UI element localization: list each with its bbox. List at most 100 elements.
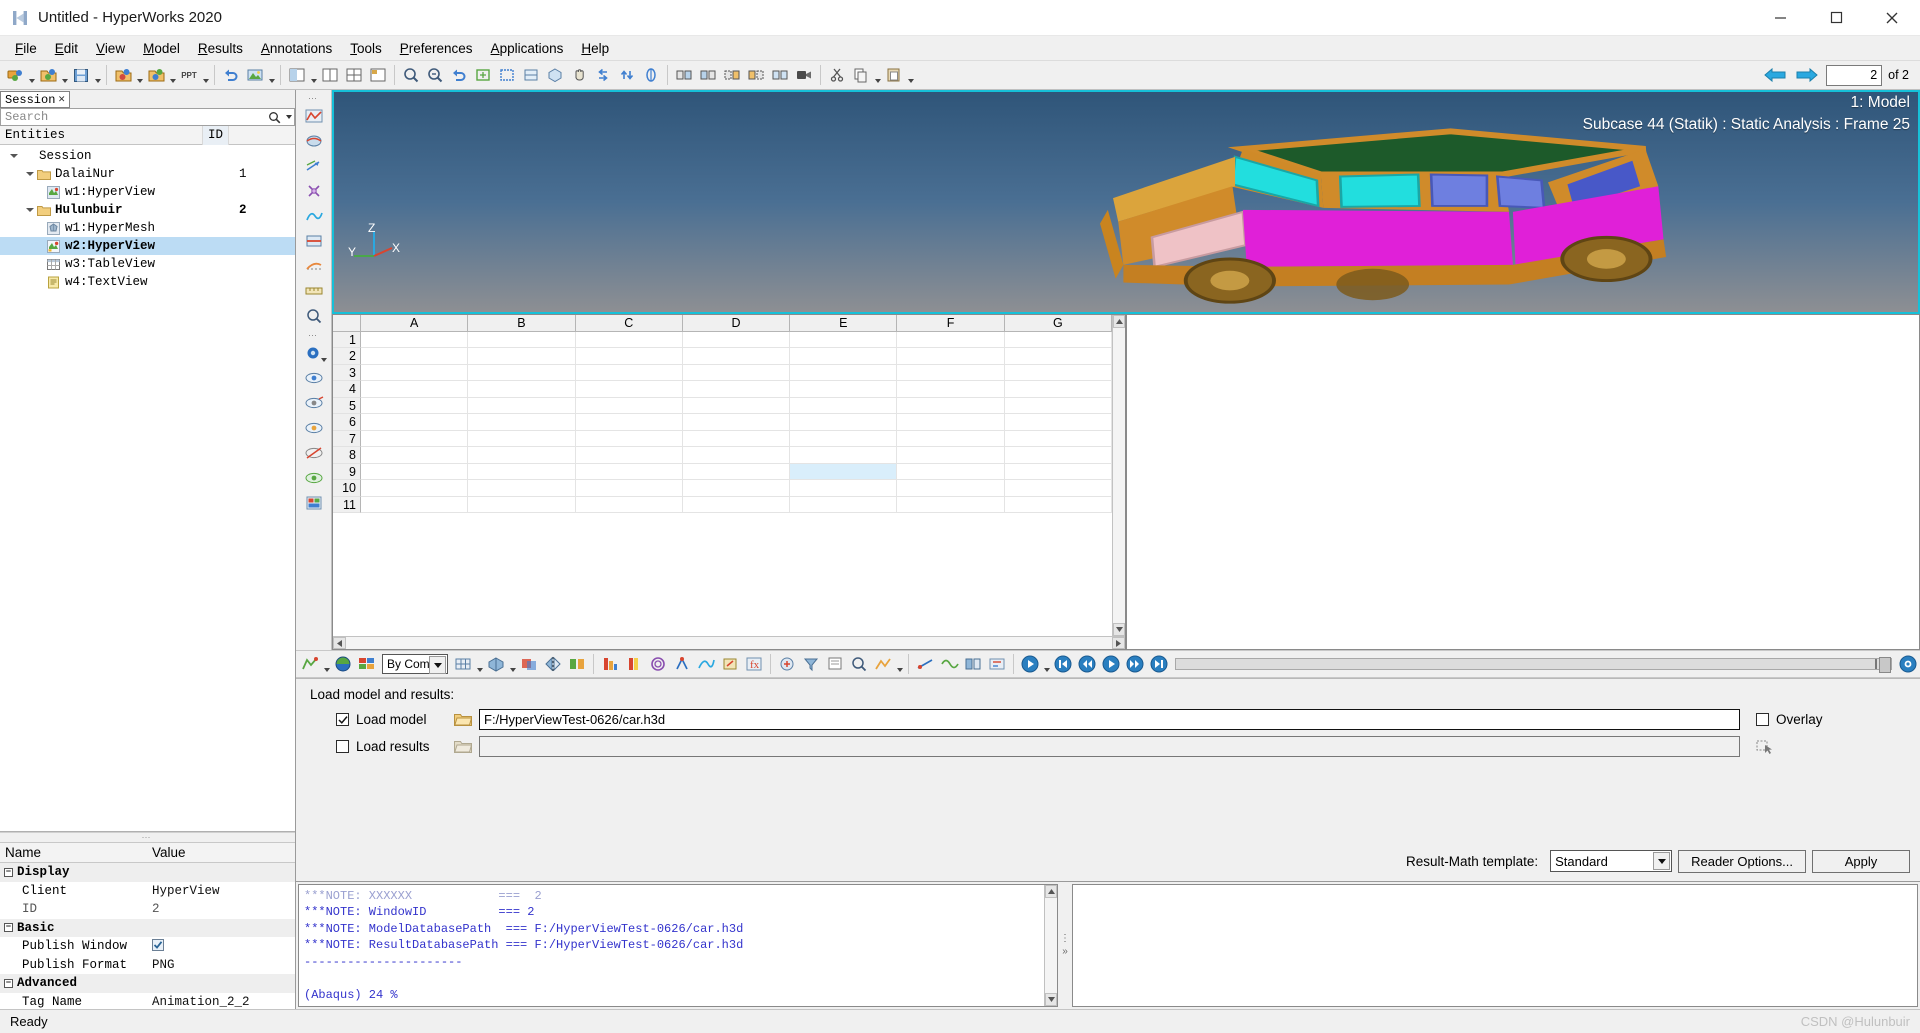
page-layout-1-icon[interactable] (285, 63, 309, 87)
spreadsheet-cell[interactable] (468, 463, 576, 480)
spreadsheet-cell[interactable] (575, 414, 683, 431)
scroll-right-icon[interactable] (1112, 637, 1125, 649)
spreadsheet-cell[interactable] (897, 397, 1005, 414)
legend-icon[interactable] (622, 652, 646, 676)
spreadsheet-cell[interactable] (897, 414, 1005, 431)
rotate-free-icon[interactable] (639, 63, 663, 87)
spreadsheet-cell[interactable] (682, 397, 791, 414)
tensor-icon[interactable] (670, 652, 694, 676)
result-math-template-select[interactable]: Standard (1550, 850, 1673, 872)
spreadsheet-cell[interactable] (897, 331, 1005, 348)
component-browser-icon[interactable] (301, 491, 327, 515)
undo-view-icon[interactable] (447, 63, 471, 87)
spreadsheet-cell[interactable] (790, 364, 898, 381)
spreadsheet-cell[interactable] (361, 414, 469, 431)
zoom-fit-icon[interactable] (399, 63, 423, 87)
spreadsheet-cell[interactable] (897, 463, 1005, 480)
reader-options-button[interactable]: Reader Options... (1678, 849, 1806, 873)
property-row-id[interactable]: ID 2 (0, 900, 295, 919)
skip-last-button[interactable] (1147, 652, 1171, 676)
tab-session[interactable]: Session ✕ (0, 91, 71, 108)
tracking-dropdown-icon[interactable] (895, 652, 904, 676)
spreadsheet-cell[interactable] (682, 348, 791, 365)
mask-icon[interactable] (672, 63, 696, 87)
publish-ppt-button[interactable]: PPT (177, 63, 201, 87)
spreadsheet-cells[interactable]: A B C D E F G 1 2 3 4 5 6 7 8 9 10 11 (333, 315, 1112, 636)
collapse-icon[interactable]: − (4, 923, 13, 933)
open-session-icon[interactable] (36, 63, 60, 87)
column-header-c[interactable]: C (575, 315, 683, 332)
tableview-panel[interactable]: A B C D E F G 1 2 3 4 5 6 7 8 9 10 11 (332, 314, 1126, 650)
spreadsheet-row[interactable]: 10 (333, 480, 1112, 497)
menu-file[interactable]: File (6, 38, 46, 59)
menu-results[interactable]: Results (189, 38, 252, 59)
spreadsheet-cell[interactable] (1004, 447, 1112, 464)
spreadsheet-cell[interactable] (682, 430, 791, 447)
spreadsheet-cell[interactable] (682, 447, 791, 464)
scroll-track[interactable] (346, 637, 1112, 649)
column-header-b[interactable]: B (468, 315, 576, 332)
reverse-mask-icon[interactable] (744, 63, 768, 87)
spreadsheet-vertical-scrollbar[interactable] (1112, 315, 1125, 636)
iso-value-icon[interactable] (646, 652, 670, 676)
load-model-dropdown-icon[interactable] (135, 63, 144, 87)
spreadsheet-cell[interactable] (1004, 331, 1112, 348)
menu-model[interactable]: Model (134, 38, 189, 59)
spreadsheet-cell[interactable] (468, 331, 576, 348)
spreadsheet-cell[interactable] (682, 331, 791, 348)
scroll-up-icon[interactable] (1045, 884, 1057, 898)
new-session-icon[interactable] (3, 63, 27, 87)
column-id[interactable]: ID (203, 125, 229, 145)
component-color-icon[interactable] (355, 652, 379, 676)
spreadsheet-cell[interactable] (361, 331, 469, 348)
start-animation-button[interactable] (1018, 652, 1042, 676)
spreadsheet-row[interactable]: 11 (333, 496, 1112, 513)
spreadsheet-row[interactable]: 1 (333, 331, 1112, 348)
color-picker-icon[interactable] (301, 341, 327, 365)
spreadsheet-cell[interactable] (361, 447, 469, 464)
menu-preferences[interactable]: Preferences (391, 38, 482, 59)
chevron-down-icon[interactable] (320, 358, 327, 362)
spreadsheet-row[interactable]: 2 (333, 348, 1112, 365)
linear-anim-icon[interactable] (913, 652, 937, 676)
scroll-left-icon[interactable] (333, 637, 346, 649)
iso-surface-icon[interactable] (301, 129, 327, 153)
collapse-icon[interactable]: − (4, 867, 13, 877)
page-layout-3-icon[interactable] (342, 63, 366, 87)
spreadsheet-cell[interactable] (575, 348, 683, 365)
row-header[interactable]: 8 (333, 447, 361, 464)
pan-icon[interactable] (567, 63, 591, 87)
spreadsheet-row[interactable]: 6 (333, 414, 1112, 431)
transient-anim-icon[interactable] (961, 652, 985, 676)
fit-selected-icon[interactable] (495, 63, 519, 87)
search-bar[interactable] (0, 108, 295, 126)
spreadsheet-cell[interactable] (361, 348, 469, 365)
unmask-icon[interactable] (696, 63, 720, 87)
tree-item-w1-hypermesh[interactable]: w1:HyperMesh (0, 219, 295, 237)
chevron-down-icon[interactable] (429, 656, 446, 674)
menu-edit[interactable]: Edit (46, 38, 87, 59)
spreadsheet-cell[interactable] (1004, 364, 1112, 381)
row-header[interactable]: 10 (333, 480, 361, 497)
spreadsheet-cell[interactable] (1004, 430, 1112, 447)
menu-tools[interactable]: Tools (341, 38, 391, 59)
result-math-icon[interactable]: fx (742, 652, 766, 676)
row-header[interactable]: 4 (333, 381, 361, 398)
scroll-track[interactable] (1113, 328, 1125, 623)
tree-item-session[interactable]: Session (0, 147, 295, 165)
spreadsheet-cell[interactable] (575, 381, 683, 398)
spreadsheet-row[interactable]: 3 (333, 364, 1112, 381)
row-header[interactable]: 5 (333, 397, 361, 414)
column-header-a[interactable]: A (361, 315, 469, 332)
spreadsheet-cell[interactable] (468, 430, 576, 447)
spreadsheet-cell[interactable] (897, 480, 1005, 497)
column-header-d[interactable]: D (682, 315, 791, 332)
spreadsheet-cell[interactable] (361, 364, 469, 381)
search-input[interactable] (1, 109, 265, 125)
visibility-hide-icon[interactable] (301, 441, 327, 465)
tracking-icon[interactable] (871, 652, 895, 676)
spreadsheet-cell[interactable] (790, 381, 898, 398)
save-session-dropdown-icon[interactable] (93, 63, 102, 87)
animation-dropdown-icon[interactable] (1042, 652, 1051, 676)
property-row-publish-window[interactable]: Publish Window (0, 937, 295, 956)
